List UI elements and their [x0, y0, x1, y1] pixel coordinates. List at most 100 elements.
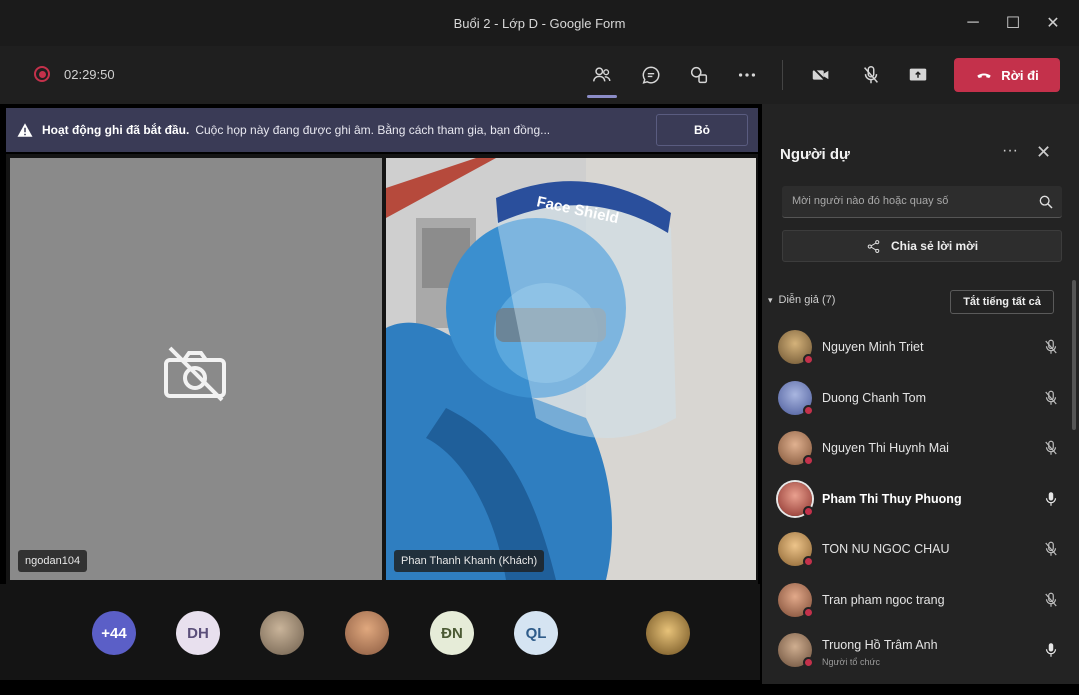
share-screen-icon — [909, 68, 927, 81]
window-titlebar: Buổi 2 - Lớp D - Google Form ─ ☐ ✕ — [0, 0, 1079, 46]
section-label: Diễn giả (7) — [778, 294, 836, 306]
search-icon[interactable] — [1038, 194, 1054, 210]
self-avatar[interactable] — [646, 611, 690, 655]
status-badge — [803, 404, 814, 416]
participant-name: Nguyen Minh Triet — [822, 340, 924, 355]
participant-name-tag: ngodan104 — [18, 550, 88, 572]
participant-row[interactable]: Nguyen Thi Huynh Mai — [778, 423, 1064, 474]
panel-more-button[interactable]: ··· — [1002, 142, 1018, 160]
video-stage: ngodan104 Face Shield Phan Thanh Khanh (… — [6, 154, 758, 584]
participant-avatar — [778, 330, 814, 366]
status-badge — [803, 354, 814, 366]
participants-icon — [593, 67, 611, 82]
mic-toggle-button[interactable] — [856, 60, 886, 90]
share-invite-label: Chia sẻ lời mời — [890, 239, 979, 253]
maximize-button[interactable]: ☐ — [993, 8, 1033, 38]
participant-avatar — [778, 582, 814, 618]
participant-name: Pham Thi Thuy Phuong — [822, 491, 962, 506]
participant-avatar — [778, 532, 814, 568]
video-tile-camera-off[interactable]: ngodan104 — [10, 158, 382, 580]
status-badge — [803, 606, 814, 618]
participant-row[interactable]: Duong Chanh Tom — [778, 373, 1064, 424]
participant-name: Truong Hồ Trâm Anh — [822, 638, 938, 653]
panel-close-button[interactable]: ✕ — [1036, 142, 1051, 163]
participant-row[interactable]: Pham Thi Thuy Phuong — [778, 474, 1064, 525]
mic-off-icon — [864, 66, 878, 84]
reactions-icon — [690, 66, 708, 84]
participant-avatar[interactable]: QL — [514, 611, 558, 655]
panel-title: Người dự — [780, 146, 850, 163]
camera-off-icon — [164, 346, 226, 402]
share-invite-button[interactable]: Chia sẻ lời mời — [782, 230, 1062, 262]
status-badge — [803, 505, 814, 517]
video-tile-participant[interactable]: Face Shield Phan Thanh Khanh (Khách) — [386, 158, 756, 580]
share-screen-button[interactable] — [903, 60, 933, 90]
participant-name: Nguyen Thi Huynh Mai — [822, 441, 949, 456]
banner-title: Hoạt động ghi đã bắt đầu. — [42, 123, 190, 137]
leave-button[interactable]: Rời đi — [954, 58, 1060, 92]
participants-panel: Người dự ··· ✕ Chia sẻ lời mời ▾ Diễn gi… — [762, 104, 1079, 684]
participant-name: Tran pham ngoc trang — [822, 592, 945, 607]
window-title: Buổi 2 - Lớp D - Google Form — [453, 15, 626, 31]
status-badge — [803, 455, 814, 467]
close-window-button[interactable]: ✕ — [1033, 8, 1073, 38]
recording-icon — [34, 66, 50, 82]
more-icon — [738, 73, 756, 77]
participant-row[interactable]: Truong Hồ Trâm Anh Người tổ chức — [778, 625, 1064, 676]
participant-avatar[interactable]: DH — [176, 611, 220, 655]
more-actions-button[interactable] — [732, 60, 762, 90]
invite-search — [782, 186, 1062, 218]
presenters-section-toggle[interactable]: ▾ Diễn giả (7) — [768, 294, 835, 306]
participant-role: Người tổ chức — [822, 657, 880, 667]
mic-off-icon — [1045, 390, 1057, 405]
status-badge — [803, 556, 814, 568]
panel-scrollbar[interactable] — [1072, 280, 1076, 430]
meeting-timer: 02:29:50 — [64, 66, 115, 82]
invite-search-input[interactable] — [782, 186, 1022, 216]
participant-video-image: Face Shield — [386, 158, 756, 580]
meeting-toolbar: 02:29:50 Rời đi — [0, 46, 1079, 104]
minimize-button[interactable]: ─ — [953, 8, 993, 38]
participant-name: Duong Chanh Tom — [822, 390, 927, 405]
mic-on-icon — [1045, 643, 1057, 657]
participant-avatar — [778, 380, 814, 416]
participant-row[interactable]: Tran pham ngoc trang — [778, 575, 1064, 626]
participant-avatar[interactable]: ĐN — [430, 611, 474, 655]
mic-off-icon — [1045, 440, 1057, 455]
participant-avatar — [778, 481, 814, 517]
participant-avatar — [778, 431, 814, 467]
participant-row[interactable]: TON NU NGOC CHAU — [778, 524, 1064, 575]
window-controls: ─ ☐ ✕ — [953, 8, 1073, 38]
camera-off-icon — [812, 67, 829, 84]
participant-strip: +44 DH ĐN QL — [0, 584, 760, 680]
recording-indicator: 02:29:50 — [34, 66, 115, 82]
participants-button[interactable] — [587, 60, 617, 98]
participant-name-tag: Phan Thanh Khanh (Khách) — [394, 550, 545, 572]
dismiss-banner-button[interactable]: Bỏ — [656, 114, 748, 146]
share-icon — [867, 239, 880, 253]
hang-up-icon — [977, 73, 992, 78]
recording-banner: Hoạt động ghi đã bắt đầu. Cuộc họp này đ… — [6, 108, 758, 152]
participant-row[interactable]: Nguyen Minh Triet — [778, 322, 1064, 373]
mic-off-icon — [1045, 541, 1057, 556]
mic-on-icon — [1045, 491, 1057, 506]
participant-list: Nguyen Minh Triet Duong Chanh Tom Nguyen… — [778, 322, 1064, 676]
mic-off-icon — [1045, 592, 1057, 607]
mic-off-icon — [1045, 339, 1057, 354]
participant-avatar[interactable] — [345, 611, 389, 655]
participant-avatar[interactable] — [260, 611, 304, 655]
camera-toggle-button[interactable] — [806, 60, 836, 90]
chevron-down-icon: ▾ — [768, 294, 773, 305]
overflow-participants-button[interactable]: +44 — [92, 611, 136, 655]
warning-icon — [17, 123, 33, 137]
banner-message: Cuộc họp này đang được ghi âm. Bằng cách… — [195, 123, 551, 137]
toolbar-divider — [782, 60, 783, 90]
participant-name: TON NU NGOC CHAU — [822, 542, 950, 557]
status-badge — [803, 657, 814, 669]
chat-icon — [642, 66, 660, 84]
participant-avatar — [778, 633, 814, 669]
mute-all-button[interactable]: Tắt tiếng tất cả — [950, 290, 1054, 314]
chat-button[interactable] — [636, 60, 666, 90]
reactions-button[interactable] — [684, 60, 714, 90]
leave-label: Rời đi — [1001, 67, 1039, 83]
